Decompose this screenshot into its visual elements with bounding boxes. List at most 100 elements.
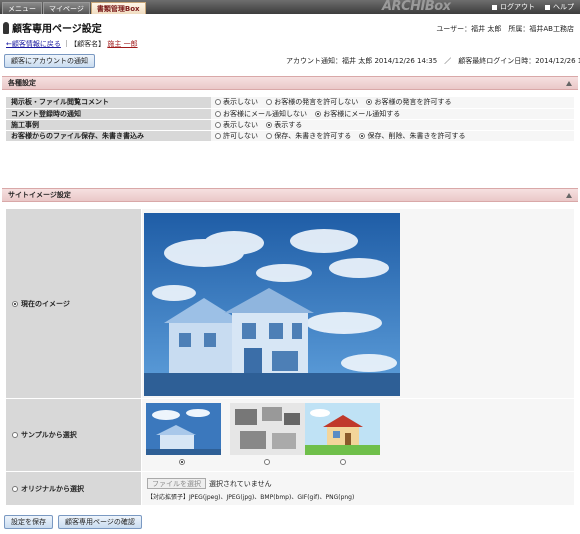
original-image-label[interactable]: オリジナルから選択 — [6, 472, 141, 505]
settings-section-header[interactable]: 各種設定 — [2, 76, 578, 90]
notify-account-button[interactable]: 顧客にアカウントの通知 — [4, 54, 95, 68]
sample-image-label[interactable]: サンプルから選択 — [6, 399, 141, 471]
option-comments-allow[interactable]: お客様の発言を許可する — [366, 97, 451, 107]
current-image-row: 現在のイメージ — [6, 209, 574, 398]
sample-1-radio-selected-icon[interactable] — [179, 459, 185, 465]
settings-row-comments: 掲示板・ファイル閲覧コメント 表示しない お客様の発言を許可しない お客様の発言… — [6, 97, 574, 109]
logout-link[interactable]: ログアウト — [492, 2, 535, 12]
current-image-text: 現在のイメージ — [21, 299, 70, 308]
top-navigation-bar: メニュー マイページ 書類管理Box ARCHIBox ログアウト ヘルプ — [0, 0, 580, 14]
settings-options: 表示しない 表示する — [211, 119, 574, 131]
option-notify-on[interactable]: お客様にメール通知する — [315, 109, 400, 119]
option-cases-hide[interactable]: 表示しない — [215, 120, 258, 130]
sample-thumb-2[interactable] — [230, 403, 305, 455]
radio-icon — [12, 485, 18, 492]
footer-actions: 設定を保存 顧客専用ページの確認 — [4, 515, 142, 529]
brand-logo: ARCHIBox — [382, 0, 451, 14]
back-to-customer-link[interactable]: ←顧客情報に戻る — [6, 40, 61, 48]
user-info: ユーザー：福井 太郎 所属：福井AB工務店 — [436, 25, 574, 33]
option-label: 保存、朱書きを許可する — [274, 131, 352, 140]
radio-selected-icon — [359, 132, 366, 139]
radio-selected-icon — [266, 121, 273, 128]
site-image-section-header[interactable]: サイトイメージ設定 — [2, 188, 578, 202]
original-image-text: オリジナルから選択 — [21, 484, 84, 493]
option-cases-show[interactable]: 表示する — [266, 120, 302, 130]
option-label: お客様にメール通知しない — [223, 109, 307, 118]
settings-table: 掲示板・ファイル閲覧コメント 表示しない お客様の発言を許可しない お客様の発言… — [6, 97, 574, 142]
save-settings-button[interactable]: 設定を保存 — [4, 515, 53, 529]
sample-house-blue-illustration — [146, 403, 221, 455]
file-input: ファイルを選択 選択されていません — [147, 478, 272, 489]
help-icon — [545, 4, 550, 10]
sample-3-radio-icon[interactable] — [340, 459, 346, 465]
settings-options: 表示しない お客様の発言を許可しない お客様の発言を許可する — [211, 97, 574, 109]
settings-row-cases: 施工事例 表示しない 表示する — [6, 119, 574, 131]
page-title: 顧客専用ページ設定 — [12, 24, 102, 35]
preview-customer-page-button[interactable]: 顧客専用ページの確認 — [58, 515, 142, 529]
tab-document-box[interactable]: 書類管理Box — [90, 2, 146, 14]
option-label: 表示しない — [223, 120, 258, 129]
option-label: 許可しない — [223, 131, 258, 140]
current-house-image — [144, 213, 400, 396]
current-image-label[interactable]: 現在のイメージ — [6, 209, 141, 398]
sample-image-text: サンプルから選択 — [21, 431, 77, 439]
settings-label: お客様からのファイル保存、朱書き書込み — [6, 130, 211, 142]
option-file-save-delete[interactable]: 保存、削除、朱書きを許可する — [359, 131, 465, 141]
option-file-save[interactable]: 保存、朱書きを許可する — [266, 131, 351, 141]
option-comments-hide[interactable]: 表示しない — [215, 97, 258, 107]
menu-tabs: メニュー マイページ 書類管理Box — [2, 2, 146, 14]
file-status: 選択されていません — [209, 479, 272, 488]
choose-file-button[interactable]: ファイルを選択 — [147, 478, 206, 489]
sample-house-color-illustration — [305, 403, 380, 455]
original-image-row: オリジナルから選択 ファイルを選択 選択されていません 【対応拡張子】JPEG(… — [6, 472, 574, 505]
sample-thumb-3[interactable] — [305, 403, 380, 455]
tab-mypage[interactable]: マイページ — [43, 2, 90, 14]
radio-icon — [215, 132, 221, 139]
site-image-section-title: サイトイメージ設定 — [8, 191, 71, 199]
settings-options: お客様にメール通知しない お客様にメール通知する — [211, 108, 574, 120]
settings-label: 施工事例 — [6, 119, 211, 131]
breadcrumb: ←顧客情報に戻る ｜【顧客名】 施主 一郎 — [6, 39, 138, 49]
original-image-cell: ファイルを選択 選択されていません 【対応拡張子】JPEG(jpeg)、JPEG… — [142, 472, 574, 505]
option-label: 表示する — [274, 120, 303, 129]
collapse-icon — [566, 193, 572, 198]
option-label: 表示しない — [223, 98, 258, 107]
customer-name-label: ｜【顧客名】 — [63, 40, 106, 48]
radio-icon — [266, 132, 273, 139]
sample-2-radio-icon[interactable] — [264, 459, 270, 465]
sample-image-cell — [142, 399, 574, 471]
tab-menu[interactable]: メニュー — [2, 2, 42, 14]
customer-name-link[interactable]: 施主 一郎 — [107, 40, 137, 48]
radio-icon — [215, 121, 221, 128]
help-link[interactable]: ヘルプ — [545, 2, 574, 12]
settings-label: コメント登録時の通知 — [6, 108, 211, 120]
radio-icon — [215, 99, 221, 106]
settings-section-title: 各種設定 — [8, 79, 36, 87]
notify-info: アカウント通知：福井 太郎 2014/12/26 14:35 ／ 顧客最終ログイ… — [286, 57, 580, 65]
option-label: お客様の発言を許可しない — [274, 98, 359, 107]
option-comments-deny[interactable]: お客様の発言を許可しない — [266, 97, 358, 107]
current-image-cell — [142, 209, 574, 398]
settings-label: 掲示板・ファイル閲覧コメント — [6, 97, 211, 109]
collapse-icon — [566, 81, 572, 86]
radio-selected-icon — [12, 300, 18, 307]
sample-image-row: サンプルから選択 — [6, 399, 574, 471]
settings-row-notify: コメント登録時の通知 お客様にメール通知しない お客様にメール通知する — [6, 108, 574, 120]
settings-options: 許可しない 保存、朱書きを許可する 保存、削除、朱書きを許可する — [211, 130, 574, 142]
option-file-deny[interactable]: 許可しない — [215, 131, 258, 141]
logout-label: ログアウト — [500, 3, 535, 11]
radio-icon — [266, 99, 273, 106]
logout-icon — [492, 4, 497, 10]
radio-selected-icon — [315, 110, 322, 117]
house-sky-illustration — [144, 213, 400, 396]
file-extension-hint: 【対応拡張子】JPEG(jpeg)、JPEG(jpg)、BMP(bmp)、GIF… — [147, 494, 355, 501]
option-label: お客様にメール通知する — [323, 109, 401, 118]
help-label: ヘルプ — [553, 3, 574, 11]
sample-thumb-1[interactable] — [146, 403, 221, 455]
radio-icon — [12, 432, 18, 438]
settings-row-file-save: お客様からのファイル保存、朱書き書込み 許可しない 保存、朱書きを許可する 保存… — [6, 130, 574, 142]
top-links: ログアウト ヘルプ — [492, 0, 574, 14]
radio-icon — [215, 110, 221, 117]
option-label: 保存、削除、朱書きを許可する — [367, 131, 466, 140]
option-notify-off[interactable]: お客様にメール通知しない — [215, 109, 307, 119]
